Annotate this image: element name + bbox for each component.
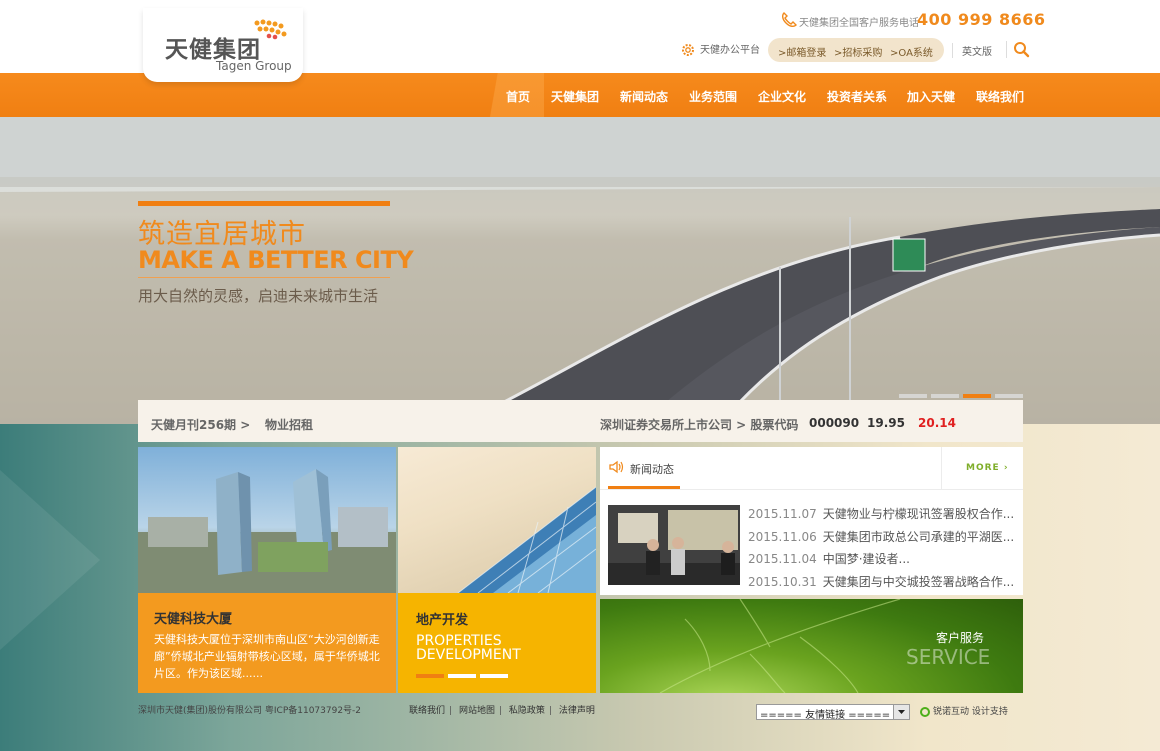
service-title-en: SERVICE [906, 645, 991, 669]
news-panel: 新闻动态 MORE › 2015.11.07 天健物业与柠檬现讯签署股权合作...… [600, 447, 1023, 595]
mail-login-link[interactable]: >邮箱登录 [778, 44, 826, 59]
glass-facade-photo[interactable] [398, 447, 596, 593]
slide-dot[interactable] [899, 394, 927, 398]
tender-link[interactable]: >招标采购 [834, 44, 882, 59]
slide-dot-active[interactable] [963, 394, 991, 398]
friend-links-select[interactable]: ===== 友情链接 ===== [756, 704, 910, 721]
news-headline: 中国梦·建设者... [822, 552, 910, 566]
news-item[interactable]: 2015.10.31 天健集团与中交城投签署战略合作... [748, 573, 1014, 590]
news-headline: 天健集团市政总公司承建的平湖医... [822, 530, 1015, 544]
real-estate-title: 地产开发 [416, 613, 469, 628]
office-platform-link[interactable]: 天健办公平台 [680, 41, 760, 58]
news-item[interactable]: 2015.11.06 天健集团市政总公司承建的平湖医... [748, 528, 1014, 545]
nav-group[interactable]: 天健集团 [551, 88, 599, 105]
real-estate-card[interactable]: 地产开发 PROPERTIES DEVELOPMENT [398, 593, 596, 693]
designer-credit[interactable]: 锐诺互动 设计支持 [920, 704, 1008, 717]
logo[interactable]: 天健集团 Tagen Group [143, 8, 303, 82]
news-more-label: MORE › [966, 463, 1009, 473]
chevron-down-icon[interactable] [893, 705, 909, 719]
gear-icon [680, 42, 696, 58]
news-date: 2015.11.06 [748, 530, 817, 544]
stock-price-1: 19.95 [867, 416, 905, 430]
footer-link-legal[interactable]: 法律声明 [559, 706, 595, 716]
credit-text: 锐诺互动 设计支持 [933, 707, 1008, 717]
real-estate-dashes [416, 667, 512, 681]
nav-contact[interactable]: 联络我们 [976, 88, 1024, 105]
credit-logo-icon [920, 706, 930, 717]
news-more-button[interactable]: MORE › [941, 447, 1024, 489]
slide-dot[interactable] [995, 394, 1023, 398]
nav-careers[interactable]: 加入天健 [907, 88, 955, 105]
nav-news[interactable]: 新闻动态 [620, 88, 668, 105]
slogan-subtitle: 用大自然的灵感，启迪未来城市生活 [138, 287, 379, 305]
hero-banner[interactable]: 筑造宜居城市 MAKE A BETTER CITY 用大自然的灵感，启迪未来城市… [0, 117, 1160, 424]
oa-system-link[interactable]: >OA系统 [890, 44, 933, 59]
nav-investors[interactable]: 投资者关系 [827, 88, 887, 105]
info-bar: 天健月刊256期 > 物业招租 深圳证券交易所上市公司 > 股票代码 00009… [138, 400, 1023, 442]
footer-links: 联络我们 | 网站地图 | 私隐政策 | 法律声明 [409, 706, 595, 716]
quick-links: >邮箱登录 >招标采购 >OA系统 [768, 38, 944, 62]
listing-link[interactable]: 深圳证券交易所上市公司 > 股票代码 [600, 416, 798, 433]
copyright: 深圳市天健(集团)股份有限公司 粤ICP备11073792号-2 [138, 706, 362, 716]
news-item[interactable]: 2015.11.04 中国梦·建设者... [748, 550, 910, 567]
news-date: 2015.11.07 [748, 507, 817, 521]
hotline-number: 400 999 8666 [917, 10, 1046, 29]
news-photo[interactable] [608, 505, 740, 585]
stock-price-2: 20.14 [918, 416, 956, 430]
news-date: 2015.10.31 [748, 575, 817, 589]
news-tab-underline [608, 486, 680, 489]
speaker-icon [609, 460, 625, 477]
slogan-bar [138, 201, 390, 206]
footer-link-sitemap[interactable]: 网站地图 [459, 706, 495, 716]
logo-text-en: Tagen Group [216, 59, 292, 73]
tech-building-photo[interactable] [138, 447, 396, 593]
tech-building-card[interactable]: 天健科技大厦 天健科技大厦位于深圳市南山区“大沙河创新走廊”侨城北产业辐射带核心… [138, 593, 396, 693]
search-icon[interactable] [1006, 41, 1030, 58]
footer-link-privacy[interactable]: 私隐政策 [509, 706, 545, 716]
nav-home[interactable]: 首页 [506, 88, 530, 105]
news-date: 2015.11.04 [748, 552, 817, 566]
news-item[interactable]: 2015.11.07 天健物业与柠檬现讯签署股权合作... [748, 505, 1014, 522]
stock-code: 000090 [809, 416, 860, 430]
language-switch[interactable]: 英文版 [952, 43, 992, 58]
phone-icon [780, 11, 798, 29]
slogan-divider [138, 277, 390, 278]
nav-business[interactable]: 业务范围 [689, 88, 737, 105]
magazine-link[interactable]: 天健月刊256期 > [151, 416, 250, 433]
service-title-cn: 客户服务 [936, 631, 985, 645]
footer-link-contact[interactable]: 联络我们 [409, 706, 445, 716]
real-estate-en-line2: DEVELOPMENT [416, 647, 521, 663]
background-arrow [0, 470, 100, 650]
friend-links-value: ===== 友情链接 ===== [760, 710, 891, 721]
tech-building-title: 天健科技大厦 [154, 612, 233, 627]
slogan-en: MAKE A BETTER CITY [138, 246, 414, 274]
nav-culture[interactable]: 企业文化 [758, 88, 806, 105]
recruit-link[interactable]: 物业招租 [265, 416, 313, 433]
slide-dot[interactable] [931, 394, 959, 398]
tech-building-desc: 天健科技大厦位于深圳市南山区“大沙河创新走廊”侨城北产业辐射带核心区域，属于华侨… [154, 633, 380, 680]
customer-service-card[interactable]: 客户服务 SERVICE [600, 599, 1023, 693]
news-header: 新闻动态 MORE › [600, 447, 1023, 490]
news-title: 新闻动态 [630, 463, 674, 476]
slide-indicator [899, 387, 1027, 401]
news-headline: 天健物业与柠檬现讯签署股权合作... [822, 507, 1015, 521]
hotline-label: 天健集团全国客户服务电话 [799, 18, 919, 29]
office-platform-label: 天健办公平台 [700, 45, 760, 56]
news-headline: 天健集团与中交城投签署战略合作... [822, 575, 1015, 589]
